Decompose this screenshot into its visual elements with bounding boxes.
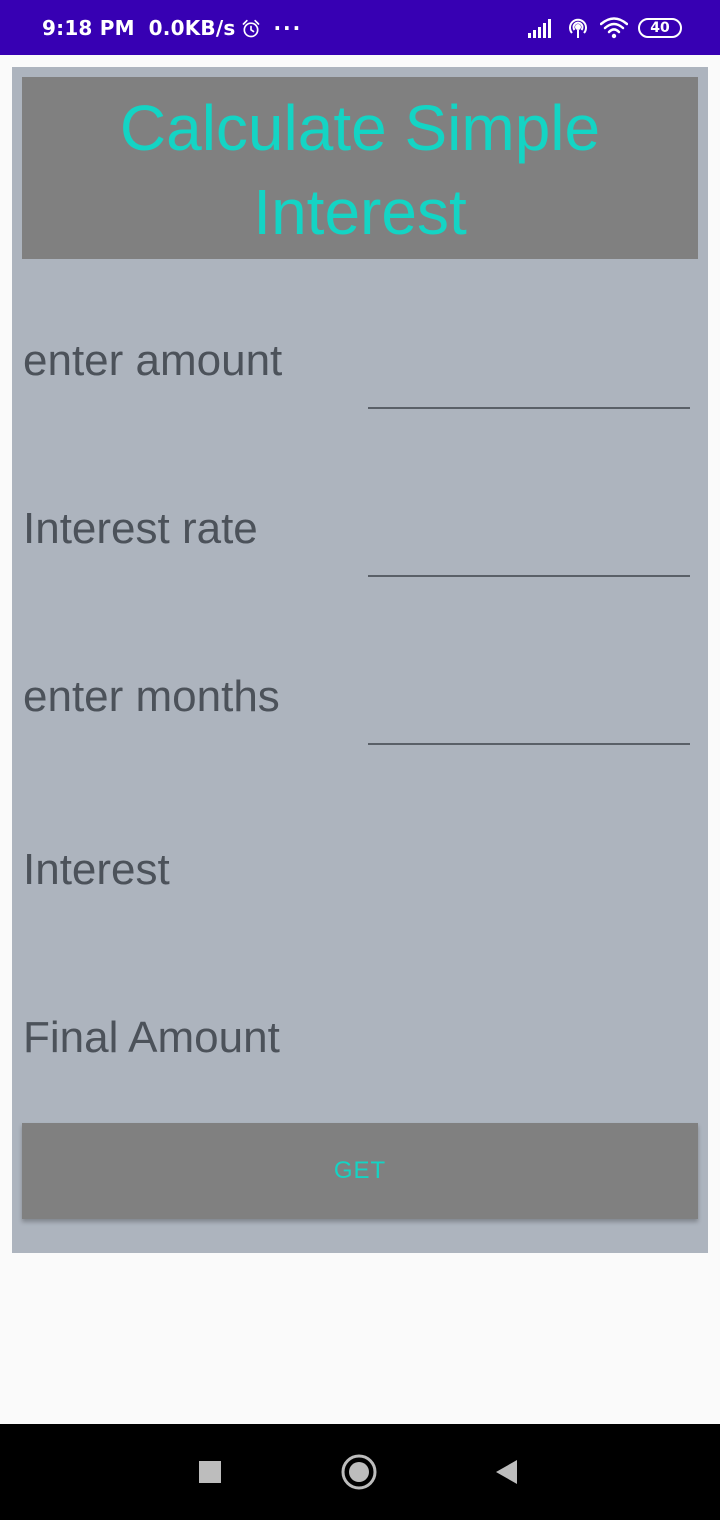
battery-level: 40: [650, 19, 670, 36]
wifi-icon: [600, 16, 628, 39]
calculator-card: Calculate Simple Interest enter amount I…: [12, 67, 708, 1253]
interest-rate-label: Interest rate: [23, 504, 258, 553]
status-left: 9:18 PM 0.0KB/s ···: [42, 0, 302, 55]
home-circle-icon[interactable]: [319, 1424, 399, 1520]
interest-rate-input[interactable]: [368, 537, 690, 577]
hotspot-icon: [566, 17, 590, 39]
network-speed: 0.0KB/s: [148, 15, 236, 40]
page-title: Calculate Simple Interest: [119, 92, 601, 248]
months-input[interactable]: [368, 705, 690, 745]
navigation-bar: [0, 1424, 720, 1520]
status-time: 9:18 PM: [42, 15, 135, 40]
interest-output-label: Interest: [23, 845, 170, 894]
title-banner: Calculate Simple Interest: [22, 77, 698, 259]
back-triangle-icon[interactable]: [466, 1424, 546, 1520]
signal-icon: [528, 18, 556, 38]
months-label: enter months: [23, 672, 280, 721]
battery-icon: 40: [638, 17, 682, 38]
recents-square-icon[interactable]: [170, 1424, 250, 1520]
status-bar: 9:18 PM 0.0KB/s ··· 40: [0, 0, 720, 55]
alarm-icon: [241, 18, 261, 38]
final-amount-output-label: Final Amount: [23, 1013, 280, 1062]
status-right: 40: [518, 0, 682, 55]
overflow-dots: ···: [273, 15, 303, 40]
amount-input[interactable]: [368, 369, 690, 409]
amount-label: enter amount: [23, 336, 283, 385]
get-button[interactable]: GET: [22, 1123, 698, 1219]
